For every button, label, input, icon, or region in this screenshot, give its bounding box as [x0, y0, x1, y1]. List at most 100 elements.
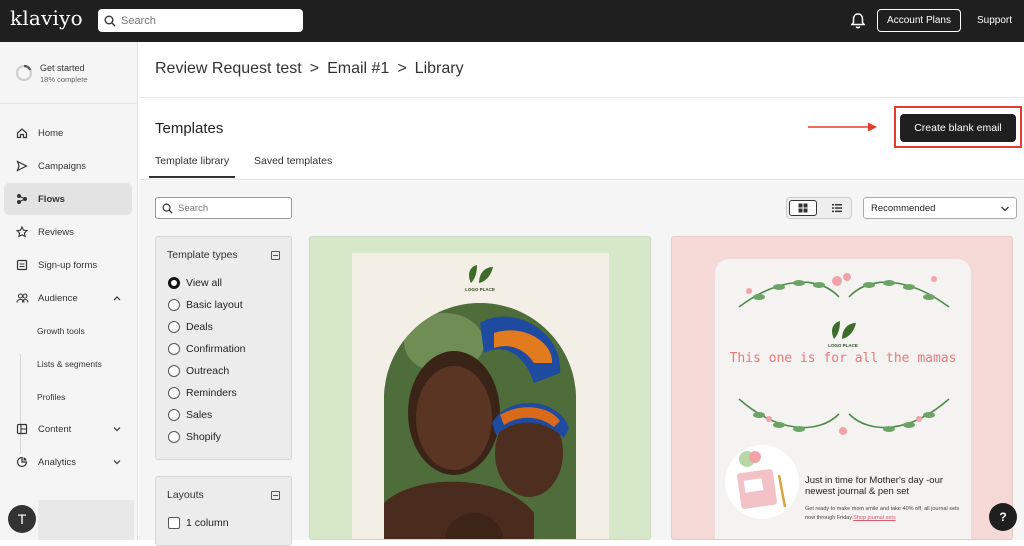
nav-home-label: Home [38, 127, 64, 139]
get-started-progress: 18% complete [40, 75, 88, 84]
template-card[interactable]: LOGO PLACE [309, 236, 651, 540]
radio[interactable] [168, 387, 180, 399]
list-view-button[interactable] [823, 200, 851, 216]
account-plans-button[interactable]: Account Plans [877, 9, 961, 32]
filter-option-label: View all [186, 277, 222, 289]
bell-icon[interactable] [850, 12, 866, 30]
analytics-icon [15, 455, 29, 469]
avatar[interactable]: T [8, 505, 36, 533]
filter-option[interactable]: 1 column [168, 517, 229, 529]
radio[interactable] [168, 431, 180, 443]
radio[interactable] [168, 299, 180, 311]
search-icon [104, 15, 116, 26]
star-icon [15, 225, 29, 239]
nav-reviews[interactable]: Reviews [4, 216, 132, 248]
radio[interactable] [168, 365, 180, 377]
nav-reviews-label: Reviews [38, 226, 74, 238]
nav-home[interactable]: Home [4, 117, 132, 149]
nav-growth-tools[interactable]: Growth tools [37, 326, 85, 336]
nav-audience-label: Audience [38, 292, 78, 304]
nav-flows-label: Flows [38, 193, 65, 205]
filter-option-label: Deals [186, 321, 213, 333]
nav-analytics-label: Analytics [38, 456, 77, 468]
page-title: Templates [155, 120, 224, 137]
get-started-widget[interactable]: Get started 18% complete [0, 42, 138, 104]
chevron-down-icon [113, 427, 121, 432]
breadcrumb-library: Library [414, 60, 464, 77]
grid-view-button[interactable] [789, 200, 817, 216]
search-icon [162, 203, 173, 214]
template-card[interactable]: LOGO PLACE This one is for all the mamas… [671, 236, 1013, 540]
filter-option[interactable]: Reminders [168, 387, 237, 399]
breadcrumb-flow[interactable]: Review Request test [155, 60, 302, 78]
floral-wreath-bottom [738, 398, 950, 435]
promo-title: Just in time for Mother's day -our newes… [805, 475, 944, 497]
grid-icon [798, 203, 808, 213]
template-preview: LOGO PLACE [352, 253, 609, 539]
nav-profiles[interactable]: Profiles [37, 392, 65, 402]
checkbox[interactable] [168, 517, 180, 529]
annotation-arrow [808, 122, 877, 132]
nav-audience[interactable]: Audience [4, 282, 132, 314]
product-image [725, 445, 799, 519]
send-icon [15, 159, 29, 173]
breadcrumb: Review Request test > Email #1 > Library [155, 60, 464, 78]
nav-signup-forms[interactable]: Sign-up forms [4, 249, 132, 281]
filter-option[interactable]: Confirmation [168, 343, 246, 355]
get-started-title: Get started [40, 63, 85, 73]
filter-option[interactable]: Sales [168, 409, 212, 421]
leaf-logo-icon [832, 321, 856, 339]
filter-option[interactable]: Deals [168, 321, 213, 333]
sidebar: Get started 18% complete Home Campaigns … [0, 42, 138, 540]
filter-option-label: Basic layout [186, 299, 243, 311]
promo-link: Shop journal sets [853, 515, 896, 521]
radio-selected[interactable] [168, 277, 180, 289]
view-toggle [786, 197, 852, 219]
library-search-input[interactable] [178, 202, 288, 214]
breadcrumb-separator: > [309, 60, 320, 77]
library-search[interactable] [155, 197, 292, 219]
klaviyo-logo[interactable]: klaviyo [10, 6, 83, 30]
nav-analytics[interactable]: Analytics [4, 446, 132, 478]
radio[interactable] [168, 321, 180, 333]
collapse-icon[interactable] [271, 491, 280, 500]
radio[interactable] [168, 343, 180, 355]
chevron-down-icon [113, 460, 121, 465]
nav-lists-segments[interactable]: Lists & segments [37, 359, 102, 369]
global-search-input[interactable] [121, 14, 291, 27]
filter-option-label: Outreach [186, 365, 230, 377]
create-blank-email-button[interactable]: Create blank email [900, 114, 1016, 142]
collapse-icon[interactable] [271, 251, 280, 260]
header-divider [139, 97, 1024, 98]
filter-option[interactable]: Outreach [168, 365, 229, 377]
filter-option-label: Sales [186, 409, 213, 421]
progress-ring-icon [15, 64, 33, 82]
help-button[interactable]: ? [989, 503, 1017, 531]
filter-option[interactable]: View all [168, 277, 222, 289]
headline-text: This one is for all the mamas [729, 351, 957, 366]
breadcrumb-separator: > [397, 60, 407, 77]
sort-dropdown-value: Recommended [871, 202, 936, 214]
form-icon [15, 258, 29, 272]
nav-campaigns[interactable]: Campaigns [4, 150, 132, 182]
leaf-logo-icon [469, 265, 493, 283]
top-bar: klaviyo Account Plans Support [0, 0, 1024, 42]
breadcrumb-email[interactable]: Email #1 [327, 60, 389, 78]
account-switcher[interactable] [38, 500, 134, 540]
tab-template-library[interactable]: Template library [149, 155, 236, 178]
filter-option[interactable]: Shopify [168, 431, 221, 443]
tab-saved-templates[interactable]: Saved templates [254, 155, 332, 167]
filter-option-label: Confirmation [186, 343, 246, 355]
nav-content[interactable]: Content [4, 413, 132, 445]
content-icon [15, 422, 29, 436]
layouts-filter: Layouts 1 column [155, 476, 292, 546]
nav-flows[interactable]: Flows [4, 183, 132, 215]
support-link[interactable]: Support [977, 15, 1012, 26]
sort-dropdown[interactable]: Recommended [863, 197, 1017, 219]
template-types-filter: Template types View all Basic layout Dea… [155, 236, 292, 460]
filter-option[interactable]: Basic layout [168, 299, 243, 311]
global-search[interactable] [98, 9, 303, 32]
radio[interactable] [168, 409, 180, 421]
home-icon [15, 126, 29, 140]
template-preview: LOGO PLACE This one is for all the mamas… [715, 259, 971, 539]
